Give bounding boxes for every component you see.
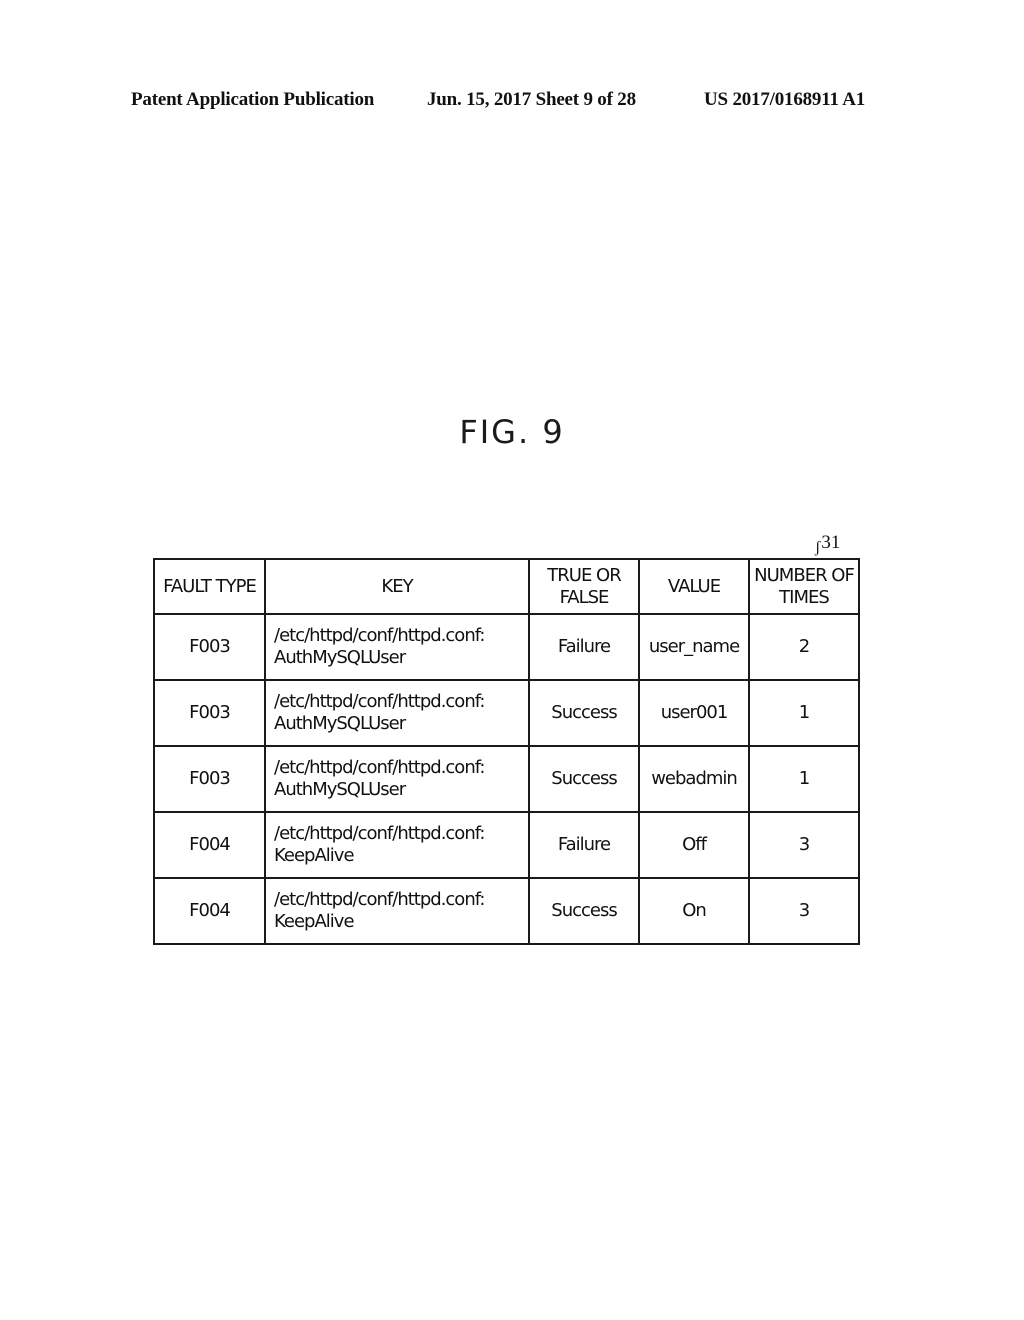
- column-header-number-of-times: NUMBER OF TIMES: [748, 558, 860, 615]
- cell-key: /etc/httpd/conf/httpd.conf: AuthMySQLUser: [264, 613, 530, 681]
- key-name: KeepAlive: [274, 845, 355, 866]
- cell-number-of-times: 3: [748, 811, 860, 879]
- table-row: F003/etc/httpd/conf/httpd.conf: AuthMySQL…: [153, 745, 860, 813]
- column-header-true-or-false: TRUE OR FALSE: [528, 558, 640, 615]
- reference-numeral-text: 31: [821, 532, 841, 553]
- fault-table: FAULT TYPE KEY TRUE OR FALSE VALUE NUMBE…: [153, 558, 860, 945]
- patent-number: US 2017/0168911 A1: [704, 89, 866, 110]
- cell-key: /etc/httpd/conf/httpd.conf: KeepAlive: [264, 811, 530, 879]
- column-header-fault-type: FAULT TYPE: [153, 558, 266, 615]
- reference-numeral: ʃ31: [815, 532, 841, 556]
- cell-true-or-false: Success: [528, 745, 640, 813]
- key-path: /etc/httpd/conf/httpd.conf:: [274, 625, 486, 646]
- cell-number-of-times: 1: [748, 745, 860, 813]
- table-header-row: FAULT TYPE KEY TRUE OR FALSE VALUE NUMBE…: [153, 558, 860, 615]
- table-row: F004/etc/httpd/conf/httpd.conf: KeepAlive…: [153, 811, 860, 879]
- cell-value: webadmin: [638, 745, 750, 813]
- cell-key: /etc/httpd/conf/httpd.conf: AuthMySQLUser: [264, 745, 530, 813]
- cell-true-or-false: Failure: [528, 811, 640, 879]
- cell-value: user001: [638, 679, 750, 747]
- cell-value: On: [638, 877, 750, 945]
- key-name: KeepAlive: [274, 911, 355, 932]
- key-path: /etc/httpd/conf/httpd.conf:: [274, 757, 486, 778]
- cell-value: Off: [638, 811, 750, 879]
- cell-true-or-false: Success: [528, 877, 640, 945]
- table-row: F003/etc/httpd/conf/httpd.conf: AuthMySQL…: [153, 613, 860, 681]
- table-row: F004/etc/httpd/conf/httpd.conf: KeepAlive…: [153, 877, 860, 945]
- cell-fault-type: F004: [153, 811, 266, 879]
- cell-number-of-times: 2: [748, 613, 860, 681]
- key-name: AuthMySQLUser: [274, 647, 406, 668]
- cell-true-or-false: Failure: [528, 613, 640, 681]
- figure-title: FIG. 9: [459, 413, 565, 451]
- cell-true-or-false: Success: [528, 679, 640, 747]
- cell-number-of-times: 1: [748, 679, 860, 747]
- date-sheet-label: Jun. 15, 2017 Sheet 9 of 28: [427, 89, 636, 110]
- key-path: /etc/httpd/conf/httpd.conf:: [274, 691, 486, 712]
- cell-fault-type: F003: [153, 745, 266, 813]
- key-name: AuthMySQLUser: [274, 779, 406, 800]
- cell-value: user_name: [638, 613, 750, 681]
- cell-number-of-times: 3: [748, 877, 860, 945]
- publication-label: Patent Application Publication: [131, 89, 375, 110]
- table-row: F003/etc/httpd/conf/httpd.conf: AuthMySQL…: [153, 679, 860, 747]
- column-header-key: KEY: [264, 558, 530, 615]
- cell-key: /etc/httpd/conf/httpd.conf: KeepAlive: [264, 877, 530, 945]
- cell-key: /etc/httpd/conf/httpd.conf: AuthMySQLUser: [264, 679, 530, 747]
- cell-fault-type: F003: [153, 679, 266, 747]
- cell-fault-type: F003: [153, 613, 266, 681]
- leader-line-icon: ʃ: [815, 539, 821, 556]
- cell-fault-type: F004: [153, 877, 266, 945]
- key-name: AuthMySQLUser: [274, 713, 406, 734]
- column-header-value: VALUE: [638, 558, 750, 615]
- key-path: /etc/httpd/conf/httpd.conf:: [274, 889, 486, 910]
- key-path: /etc/httpd/conf/httpd.conf:: [274, 823, 486, 844]
